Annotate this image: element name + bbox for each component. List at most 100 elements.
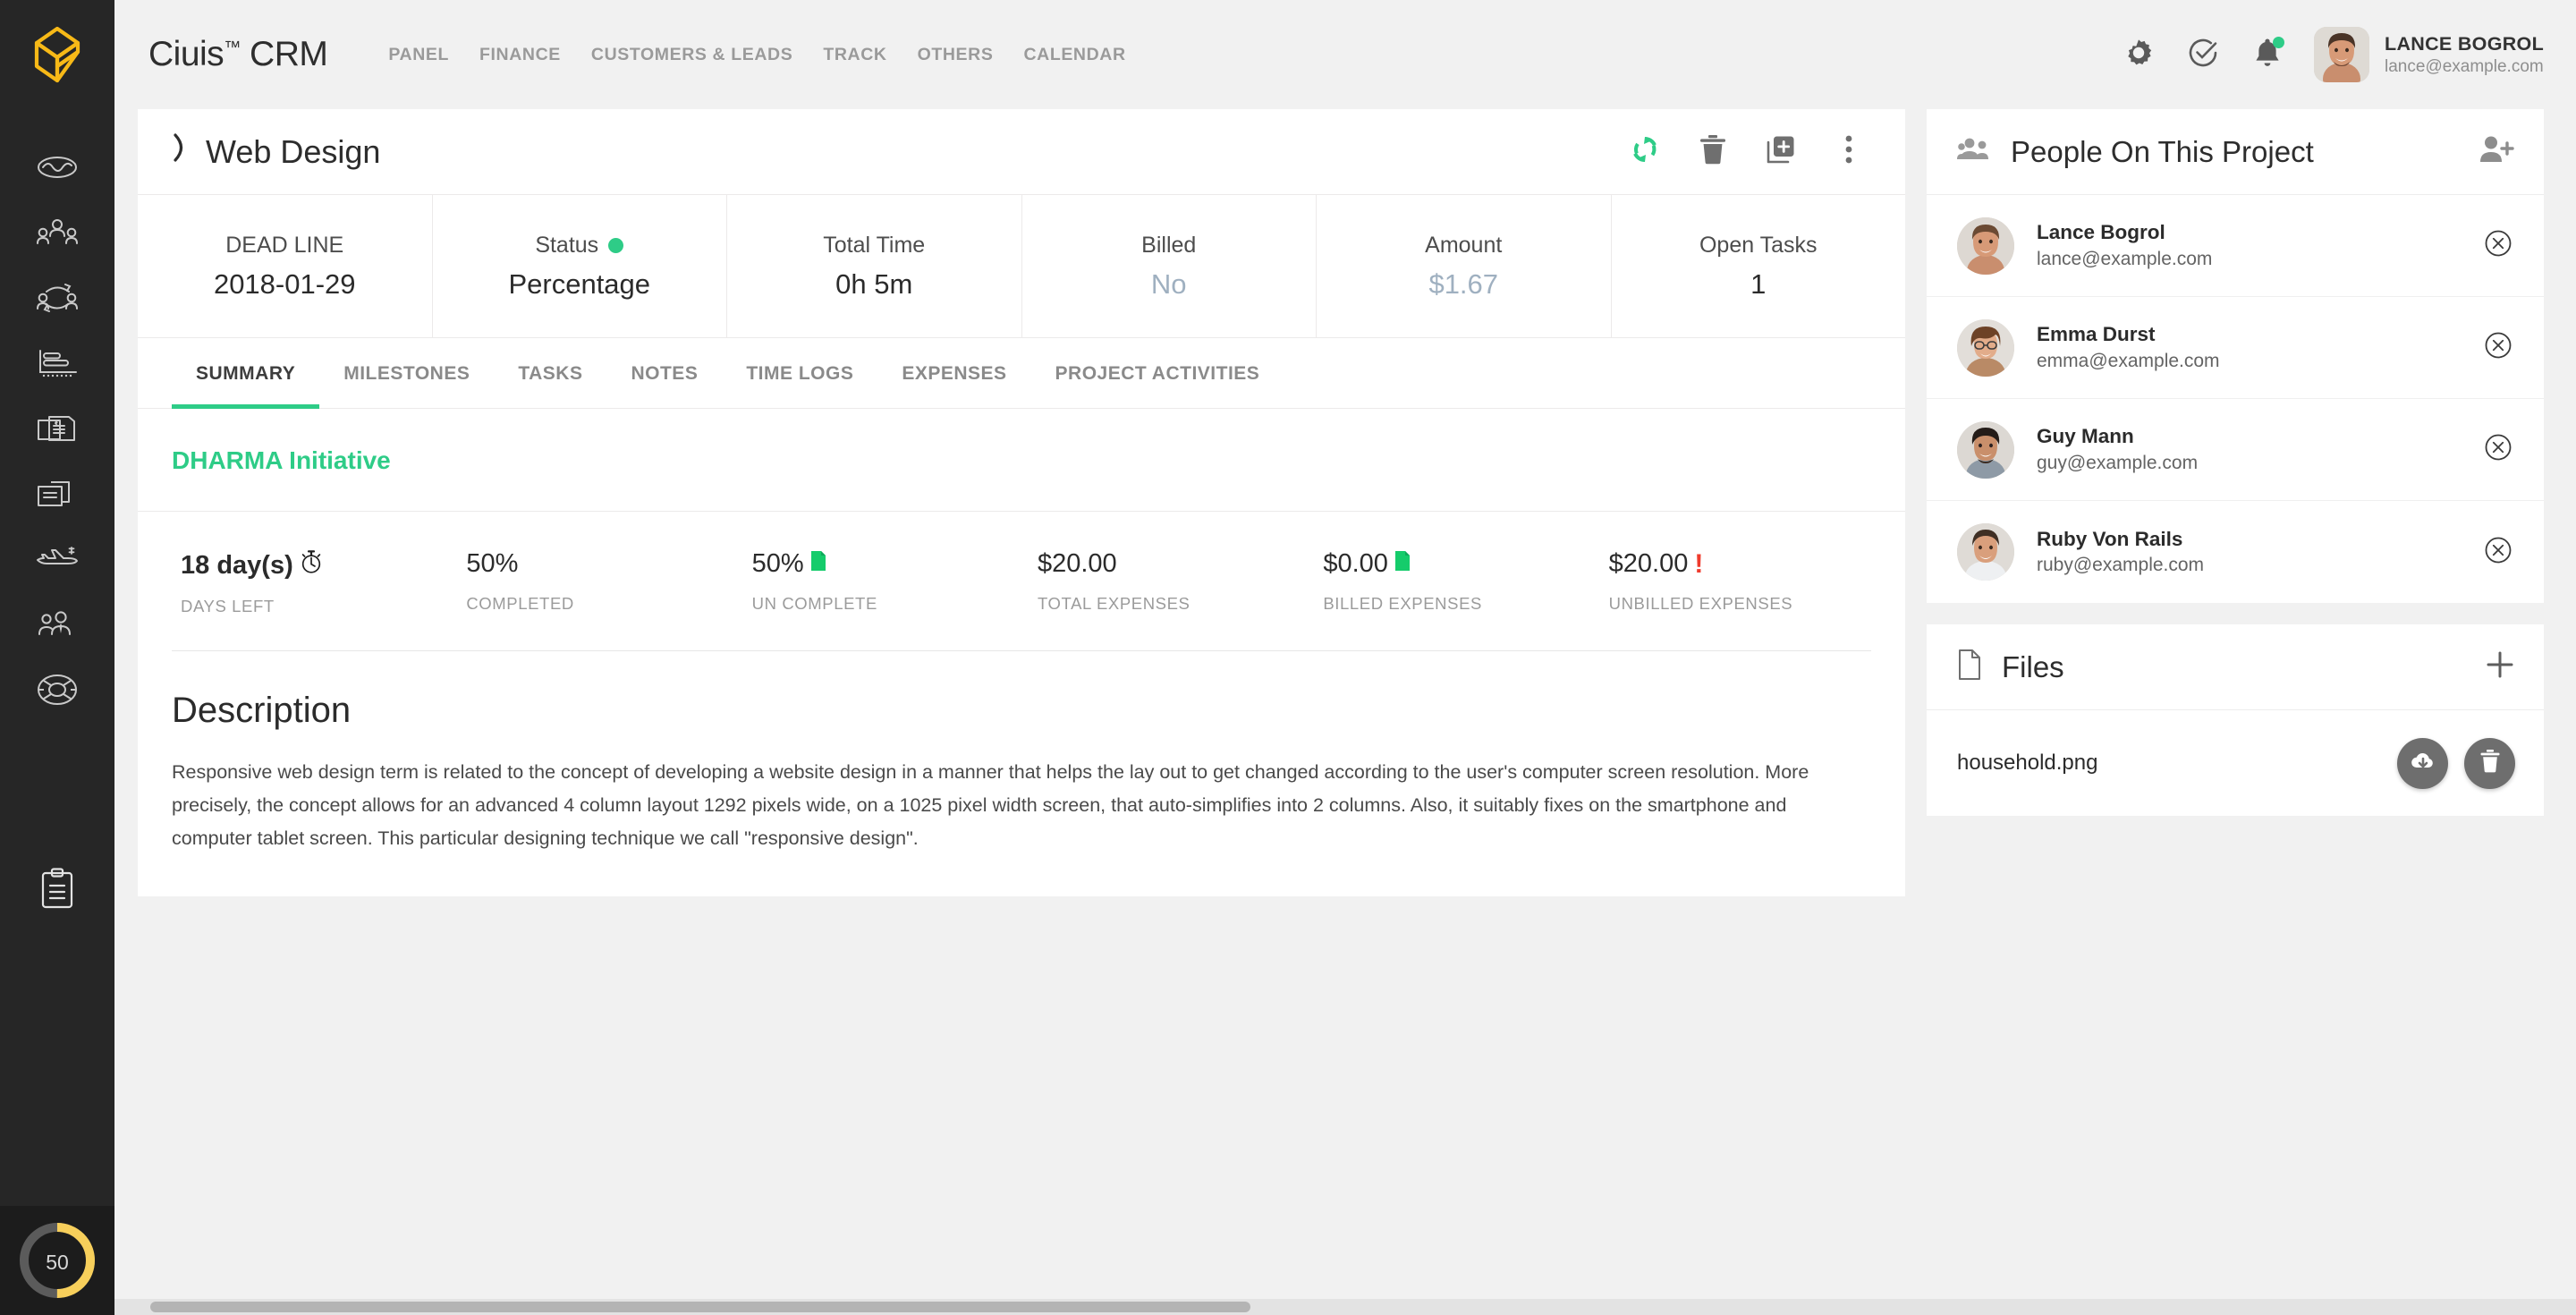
- left-sidebar: 50: [0, 0, 114, 1315]
- description-body: Responsive web design term is related to…: [172, 761, 1809, 849]
- more-vertical-icon: [1844, 134, 1853, 169]
- sidebar-item-clipboard[interactable]: [0, 856, 114, 921]
- metric-caption: DAYS LEFT: [181, 597, 275, 615]
- nav-item-finance[interactable]: FINANCE: [464, 45, 576, 65]
- list-item[interactable]: Ruby Von Rails ruby@example.com: [1927, 501, 2544, 603]
- notification-badge: [2273, 37, 2285, 48]
- nav-item-others[interactable]: OTHERS: [902, 45, 1009, 65]
- page-title: Web Design: [172, 132, 380, 171]
- travel-expense-icon: [35, 545, 80, 573]
- green-doc-icon: [810, 549, 826, 579]
- notifications-button[interactable]: [2235, 22, 2300, 87]
- remove-person-button[interactable]: [2483, 535, 2513, 570]
- add-person-button[interactable]: [2478, 135, 2515, 168]
- remove-person-button[interactable]: [2483, 228, 2513, 263]
- sidebar-item-reports[interactable]: [0, 330, 114, 395]
- project-stats: DEAD LINE 2018-01-29 Status Percentage T…: [138, 195, 1905, 338]
- delete-button[interactable]: [1689, 128, 1737, 176]
- file-actions: [2397, 737, 2515, 789]
- remove-person-button[interactable]: [2483, 432, 2513, 467]
- avatar: [1957, 420, 2014, 479]
- description-section: Description Responsive web design term i…: [138, 651, 1905, 896]
- list-item[interactable]: Emma Durst emma@example.com: [1927, 297, 2544, 399]
- sidebar-item-invoices[interactable]: [0, 395, 114, 461]
- sidebar-item-customers[interactable]: [0, 265, 114, 330]
- metric-caption: COMPLETED: [466, 594, 574, 613]
- stat-value: $1.67: [1428, 267, 1499, 300]
- trash-icon: [2479, 749, 2501, 778]
- tab-milestones[interactable]: MILESTONES: [319, 338, 494, 408]
- metric-value: 50%: [466, 549, 519, 578]
- remove-circle-icon: [2483, 434, 2513, 466]
- list-item[interactable]: household.png: [1927, 710, 2544, 816]
- nav-item-panel[interactable]: PANEL: [388, 45, 464, 65]
- settings-button[interactable]: [2106, 22, 2171, 87]
- more-button[interactable]: [1825, 128, 1873, 176]
- remove-person-button[interactable]: [2483, 330, 2513, 365]
- sidebar-item-dashboard[interactable]: [0, 134, 114, 199]
- user-menu[interactable]: LANCE BOGROL lance@example.com: [2314, 27, 2544, 82]
- gear-icon: [2123, 37, 2155, 73]
- nav-item-track[interactable]: TRACK: [808, 45, 902, 65]
- metric-value: 50%: [751, 549, 804, 578]
- invoice-dollar-icon: [37, 413, 78, 444]
- summary-metrics: 18 day(s) DAYS LEFT 50% COMPLETED 50% UN…: [172, 512, 1871, 651]
- tasks-button[interactable]: [2171, 22, 2235, 87]
- stat-value: Percentage: [508, 267, 651, 300]
- metric-value-row: 50%: [466, 549, 728, 579]
- sidebar-item-team[interactable]: [0, 199, 114, 265]
- delete-file-button[interactable]: [2464, 737, 2515, 789]
- stat-value: 0h 5m: [835, 267, 913, 300]
- person-name: Ruby Von Rails: [2037, 527, 2183, 550]
- stat-label: Total Time: [823, 232, 926, 258]
- person-email: guy@example.com: [2037, 452, 2199, 473]
- status-dot-icon: [608, 237, 624, 253]
- download-file-button[interactable]: [2397, 737, 2448, 789]
- stat-billed: Billed No: [1022, 195, 1317, 337]
- brand-suffix: CRM: [250, 35, 328, 73]
- stat-open-tasks: Open Tasks 1: [1612, 195, 1906, 337]
- refresh-button[interactable]: [1621, 128, 1669, 176]
- moon-phase-icon: [172, 132, 191, 171]
- tab-project-activities[interactable]: PROJECT ACTIVITIES: [1031, 338, 1284, 408]
- app-logo[interactable]: [0, 0, 114, 109]
- nav-item-calendar[interactable]: CALENDAR: [1008, 45, 1140, 65]
- list-item[interactable]: Guy Mann guy@example.com: [1927, 399, 2544, 501]
- stat-deadline: DEAD LINE 2018-01-29: [138, 195, 433, 337]
- remove-circle-icon: [2483, 537, 2513, 569]
- sidebar-item-travel-expense[interactable]: [0, 526, 114, 591]
- tab-tasks[interactable]: TASKS: [494, 338, 606, 408]
- metric-value-row: $20.00 !: [1609, 549, 1871, 579]
- customer-exchange-icon: [36, 283, 79, 312]
- scrollbar-thumb[interactable]: [150, 1302, 1250, 1312]
- sidebar-item-support[interactable]: [0, 657, 114, 722]
- avatar: [1957, 216, 2014, 275]
- main-area: Ciuis™ CRM PANEL FINANCE CUSTOMERS & LEA…: [114, 0, 2576, 1315]
- people-group-icon: [1957, 137, 1991, 166]
- sidebar-item-documents[interactable]: [0, 461, 114, 526]
- stat-label: Billed: [1141, 232, 1197, 258]
- tab-summary[interactable]: SUMMARY: [172, 338, 320, 409]
- metric-value: 18 day(s): [181, 550, 293, 580]
- metric-unbilled-expenses: $20.00 ! UNBILLED EXPENSES: [1586, 549, 1871, 616]
- stat-label: Status: [535, 233, 624, 259]
- horizontal-scrollbar[interactable]: [114, 1299, 2576, 1315]
- list-item[interactable]: Lance Bogrol lance@example.com: [1927, 195, 2544, 297]
- files-panel-title: Files: [2002, 649, 2064, 683]
- duplicate-button[interactable]: [1757, 128, 1805, 176]
- files-panel: Files household.png: [1927, 624, 2544, 816]
- tab-expenses[interactable]: EXPENSES: [877, 338, 1030, 408]
- gauge-value: 50: [46, 1251, 69, 1274]
- content-area: Web Design DEAD LINE 2018-01-29 Status P…: [114, 109, 2576, 1315]
- tab-notes[interactable]: NOTES: [606, 338, 722, 408]
- nav-item-customers-leads[interactable]: CUSTOMERS & LEADS: [576, 45, 808, 65]
- remove-circle-icon: [2483, 230, 2513, 262]
- people-panel-title: People On This Project: [2011, 134, 2314, 168]
- person-email: ruby@example.com: [2037, 555, 2205, 576]
- add-file-button[interactable]: [2485, 649, 2515, 684]
- bar-chart-icon: [37, 349, 78, 378]
- avatar: [1957, 523, 2014, 581]
- person-email: emma@example.com: [2037, 350, 2220, 371]
- tab-time-logs[interactable]: TIME LOGS: [722, 338, 877, 408]
- sidebar-item-leads[interactable]: [0, 591, 114, 657]
